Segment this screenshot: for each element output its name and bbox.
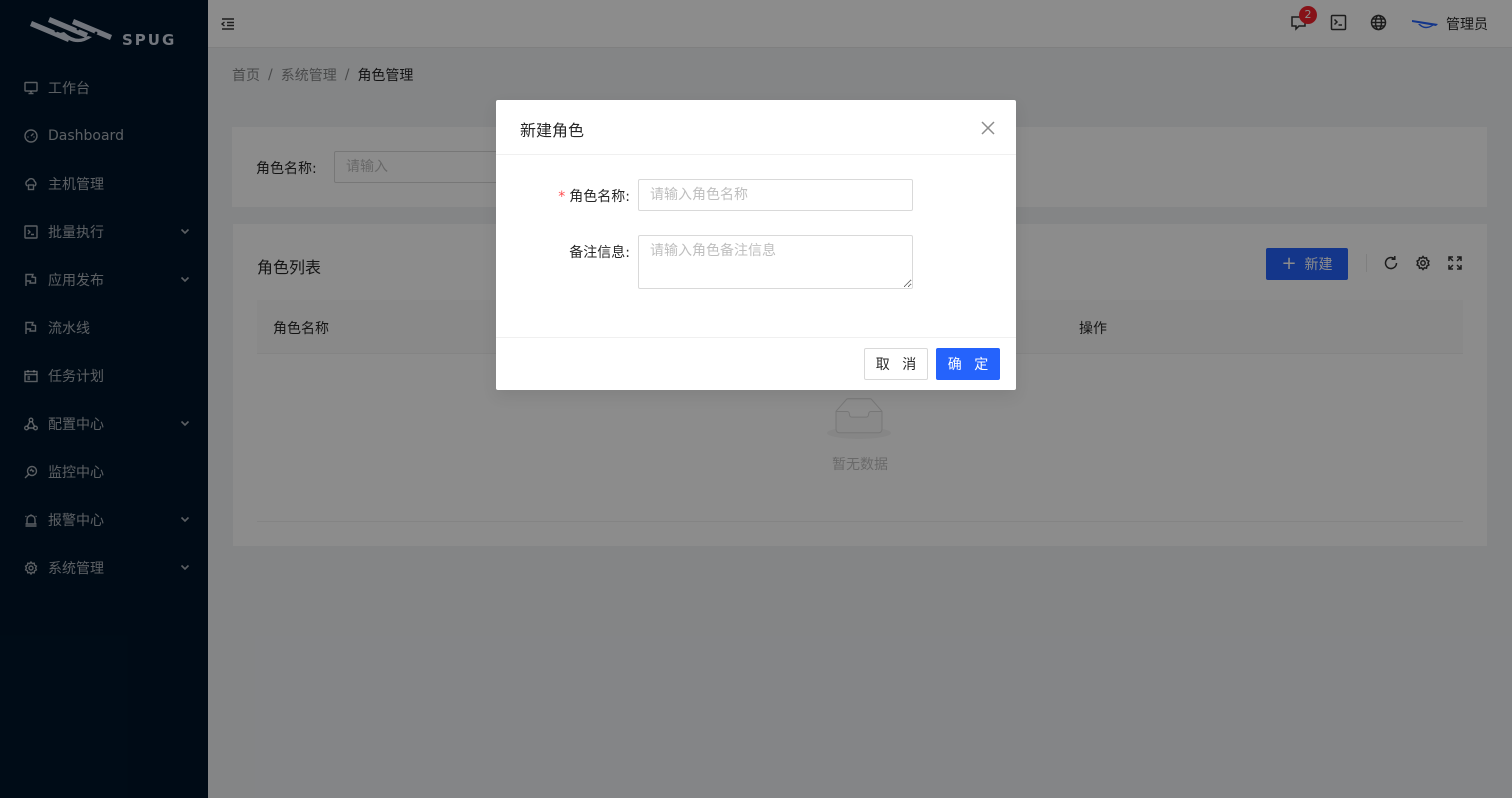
remark-field[interactable]	[638, 235, 913, 289]
modal-header: 新建角色	[496, 100, 1016, 155]
modal-title: 新建角色	[520, 121, 585, 140]
new-role-modal: 新建角色 *角色名称: 备注信息: 取 消 确 定	[496, 100, 1016, 390]
modal-footer: 取 消 确 定	[496, 337, 1016, 390]
role-name-field[interactable]	[638, 179, 913, 211]
cancel-button[interactable]: 取 消	[864, 348, 928, 380]
confirm-button[interactable]: 确 定	[936, 348, 1000, 380]
required-mark: *	[558, 189, 566, 205]
close-icon[interactable]	[978, 118, 998, 138]
role-name-label: * 角色名称:	[558, 189, 630, 205]
remark-label: 备注信息:	[569, 245, 630, 261]
